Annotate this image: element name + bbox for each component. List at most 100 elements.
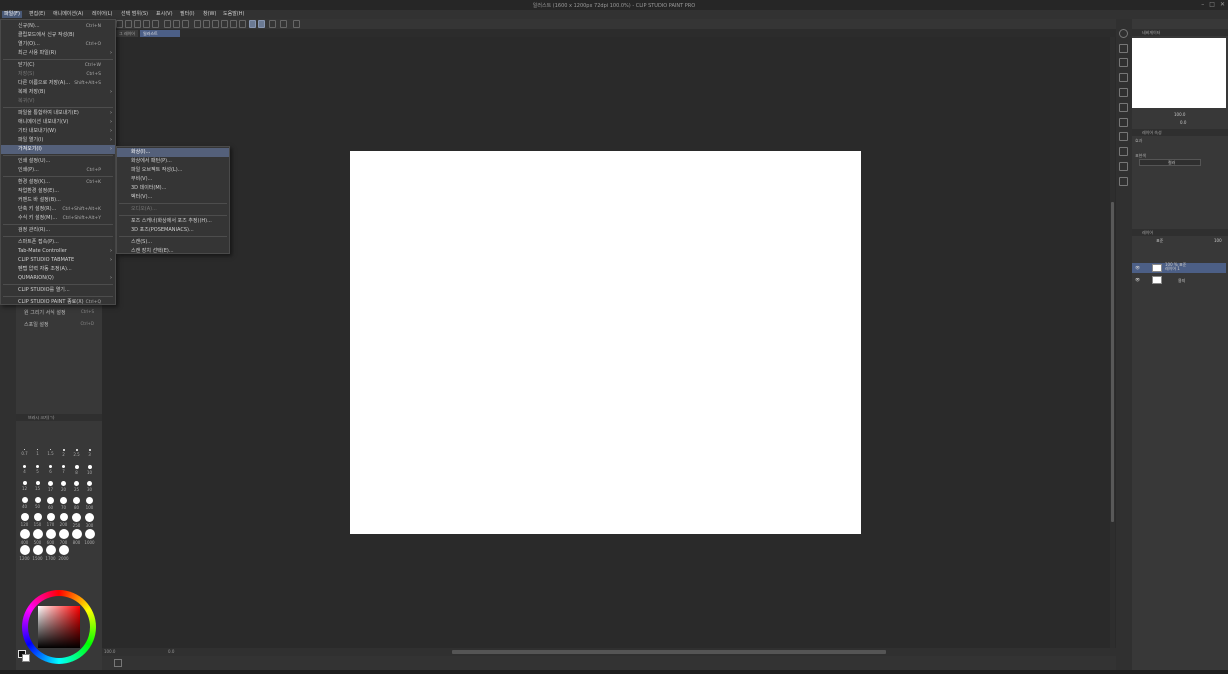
menu-view[interactable]: 표시(V) xyxy=(154,11,175,18)
canvas-paper[interactable] xyxy=(350,151,861,534)
snap-ruler-icon[interactable] xyxy=(249,20,256,28)
menu-help[interactable]: 도움말(H) xyxy=(221,11,246,18)
brush-size-cell[interactable]: 1000 xyxy=(83,529,96,545)
file-menu-item[interactable]: 인쇄 설정(U)... xyxy=(1,157,115,166)
file-menu-item[interactable]: 파일을 통합하여 내보내기(E) › xyxy=(1,109,115,118)
brush-size-cell[interactable]: 4 xyxy=(18,465,31,474)
file-menu-item[interactable]: 파일 열기(I) › xyxy=(1,136,115,145)
brush-size-cell[interactable]: 5 xyxy=(31,465,44,474)
zoom-readout[interactable]: 100.0 xyxy=(104,649,115,654)
brush-size-cell[interactable]: 500 xyxy=(31,529,44,545)
import-menu-item[interactable]: 파일 오브젝트 작성(L)... xyxy=(117,166,229,175)
new-icon[interactable] xyxy=(116,20,123,28)
layout-icon[interactable] xyxy=(114,659,122,667)
eye-icon[interactable]: 👁 xyxy=(1135,277,1140,282)
minimize-button[interactable]: – xyxy=(1201,1,1204,8)
material-icon-3[interactable] xyxy=(1119,73,1128,82)
brush-size-cell[interactable]: 10 xyxy=(83,465,96,475)
brush-size-cell[interactable]: 1700 xyxy=(44,545,57,561)
file-menu-item[interactable]: CLIP STUDIO TABMATE › xyxy=(1,256,115,265)
transform-icon[interactable] xyxy=(182,20,189,28)
material-icon-10[interactable] xyxy=(1119,177,1128,186)
file-menu-item[interactable]: 인쇄(P)... Ctrl+P xyxy=(1,166,115,175)
brush-size-cell[interactable]: 25 xyxy=(70,481,83,492)
show-selection-icon[interactable] xyxy=(239,20,246,28)
brush-size-cell[interactable]: 1500 xyxy=(31,545,44,561)
brush-size-cell[interactable]: 250 xyxy=(70,513,83,528)
import-menu-item[interactable]: 포즈 스캐너(화상에서 포즈 추정)(H)... xyxy=(117,217,229,226)
file-menu-item[interactable]: 신규(N)... Ctrl+N xyxy=(1,22,115,31)
import-menu-item[interactable]: 3D 포즈(POSEMANIACS)... xyxy=(117,226,229,235)
material-icon-7[interactable] xyxy=(1119,132,1128,141)
brush-size-cell[interactable]: 2000 xyxy=(57,545,70,561)
brush-size-cell[interactable]: 20 xyxy=(57,481,70,492)
close-button[interactable]: ✕ xyxy=(1220,1,1225,8)
brush-size-cell[interactable]: 40 xyxy=(18,497,31,509)
angle-readout[interactable]: 0.0 xyxy=(168,649,174,654)
import-menu-item[interactable]: 화상에서 패턴(P)... xyxy=(117,157,229,166)
file-menu-item[interactable]: 스마트폰 접속(P)... xyxy=(1,238,115,247)
file-menu-item[interactable]: 커맨드 바 설정(B)... xyxy=(1,196,115,205)
import-menu-item[interactable]: 스캔 장치 선택(E)... xyxy=(117,247,229,256)
search-icon[interactable] xyxy=(1119,29,1128,38)
brush-size-cell[interactable]: 0.7 xyxy=(18,449,31,456)
material-icon-9[interactable] xyxy=(1119,162,1128,171)
file-menu-item[interactable]: 작업환경 설정(E)... xyxy=(1,187,115,196)
undo-icon[interactable] xyxy=(143,20,150,28)
brush-size-cell[interactable]: 400 xyxy=(18,529,31,545)
file-menu-item[interactable]: 기타 내보내기(W) › xyxy=(1,127,115,136)
select-all-icon[interactable] xyxy=(203,20,210,28)
crop-icon[interactable] xyxy=(230,20,237,28)
brush-size-cell[interactable]: 700 xyxy=(57,529,70,545)
print-icon[interactable] xyxy=(194,20,201,28)
layer-row[interactable]: 👁 100 % 표준 레이어 1 xyxy=(1132,263,1226,273)
menu-animation[interactable]: 애니메이션(A) xyxy=(51,11,85,18)
layer-opacity[interactable]: 100 xyxy=(1214,238,1222,243)
menu-window[interactable]: 창(W) xyxy=(201,11,218,18)
file-menu-item[interactable]: Tab-Mate Controller › xyxy=(1,247,115,256)
import-menu-item[interactable]: 무비(V)... xyxy=(117,175,229,184)
vertical-scrollbar[interactable] xyxy=(1110,37,1115,648)
file-menu-item[interactable]: 검정 관리(R)... xyxy=(1,226,115,235)
brush-size-cell[interactable]: 80 xyxy=(70,497,83,510)
file-menu-item[interactable]: CLIP STUDIO를 열기... xyxy=(1,286,115,295)
brush-size-cell[interactable]: 7 xyxy=(57,465,70,474)
brush-size-cell[interactable]: 1200 xyxy=(18,545,31,561)
file-menu-item[interactable]: 수식 키 설정(M)... Ctrl+Shift+Alt+Y xyxy=(1,214,115,223)
invert-selection-icon[interactable] xyxy=(221,20,228,28)
pen-icon[interactable] xyxy=(269,20,276,28)
horizontal-scroll-thumb[interactable] xyxy=(452,650,886,654)
spoil-row[interactable]: 스포일 설정 xyxy=(24,321,49,328)
file-menu-item[interactable]: CLIP STUDIO PAINT 종료(X) Ctrl+Q xyxy=(1,298,115,307)
brush-size-cell[interactable]: 1.5 xyxy=(44,449,57,456)
background-color-swatch[interactable] xyxy=(22,654,30,662)
import-menu-item[interactable]: 스캔(S)... xyxy=(117,238,229,247)
file-menu-item[interactable]: 단축 키 설정(R)... Ctrl+Shift+Alt+K xyxy=(1,205,115,214)
sub-tool-row[interactable]: 원 그리기 서식 설정 xyxy=(24,309,66,316)
menu-filter[interactable]: 필터(I) xyxy=(178,11,197,18)
maximize-button[interactable]: □ xyxy=(1209,1,1215,8)
brush-size-cell[interactable]: 60 xyxy=(44,497,57,510)
material-icon-6[interactable] xyxy=(1119,118,1128,127)
clear-icon[interactable] xyxy=(164,20,171,28)
file-menu-item[interactable]: 펜탭 압력 자동 조정(A)... xyxy=(1,265,115,274)
save-icon[interactable] xyxy=(134,20,141,28)
file-menu-item[interactable]: 클립보드에서 신규 작성(B) xyxy=(1,31,115,40)
material-icon-8[interactable] xyxy=(1119,147,1128,156)
canvas-area[interactable] xyxy=(102,37,1116,648)
fill-icon[interactable] xyxy=(173,20,180,28)
tab-illustration[interactable]: 일러스트 xyxy=(140,30,180,37)
brush-size-cell[interactable]: 600 xyxy=(44,529,57,545)
file-menu-item[interactable]: 열기(O)... Ctrl+O xyxy=(1,40,115,49)
open-icon[interactable] xyxy=(125,20,132,28)
file-menu-item[interactable]: QUMARION(Q) › xyxy=(1,274,115,283)
brush-size-cell[interactable]: 12 xyxy=(18,481,31,491)
brush-size-cell[interactable]: 17 xyxy=(44,481,57,492)
brush-size-cell[interactable]: 30 xyxy=(83,481,96,492)
navigator-zoom[interactable]: 100.0 xyxy=(1174,112,1185,117)
brush-size-cell[interactable]: 300 xyxy=(83,513,96,528)
eye-icon[interactable]: 👁 xyxy=(1135,265,1140,270)
material-icon[interactable] xyxy=(1119,44,1128,53)
brush-size-cell[interactable]: 2.5 xyxy=(70,449,83,457)
expression-color-select[interactable]: 컬러 xyxy=(1139,159,1201,166)
